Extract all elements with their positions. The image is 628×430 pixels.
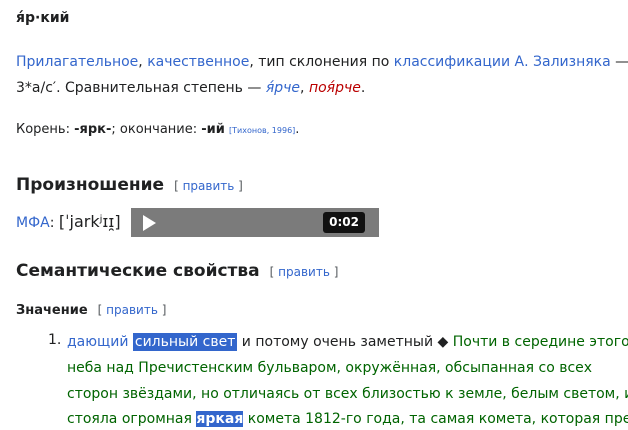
pos-link[interactable]: Прилагательное <box>16 54 138 70</box>
meaning-edit: [ править ] <box>97 303 167 317</box>
morph-end: . <box>295 122 300 137</box>
audio-duration: 0:02 <box>323 212 365 233</box>
example-line-2: неба над Пречистенским бульваром, окружё… <box>67 360 593 376</box>
semantics-edit-link[interactable]: править <box>278 265 330 279</box>
selected-text[interactable]: сильный свет <box>132 333 238 351</box>
ipa-link[interactable]: МФА <box>16 215 50 231</box>
morphology-line: Корень: -ярк-; окончание: -ий [Тихонов, … <box>16 122 299 137</box>
pronunciation-heading: Произношение [ править ] <box>16 175 243 195</box>
ending-value: -ий <box>201 122 225 137</box>
example-highlight: яркая <box>196 411 244 427</box>
definition-text: и потому очень заметный ◆ <box>237 334 453 350</box>
audio-player[interactable]: 0:02 <box>131 208 379 237</box>
meaning-title: Значение <box>16 303 88 318</box>
ipa-line: МФА: [ˈjarkʲɪɪ̯] <box>16 212 121 231</box>
example-line-3: сторон звёздами, но отличаясь от всех бл… <box>67 386 628 402</box>
semantics-edit: [ править ] <box>269 265 339 279</box>
meaning-edit-link[interactable]: править <box>106 303 158 317</box>
example-line-4: стояла огромная яркая комета 1812-го год… <box>67 408 628 430</box>
pronunciation-title: Произношение <box>16 175 165 195</box>
ipa-colon: : <box>49 215 59 231</box>
pronunciation-edit: [ править ] <box>174 179 243 193</box>
declension-text: 3*a/c′. Сравнительная степень — <box>16 80 266 96</box>
headword: я́р·кий <box>16 10 70 26</box>
quality-link[interactable]: качественное <box>147 54 249 70</box>
grammar-line-2: 3*a/c′. Сравнительная степень — я́рче, п… <box>16 80 365 96</box>
pronunciation-edit-link[interactable]: править <box>183 179 235 193</box>
definition-link[interactable]: дающий <box>67 334 128 350</box>
play-icon[interactable] <box>143 215 156 231</box>
example-line-1: Почти в середине этого <box>452 334 628 350</box>
meaning-number: 1. <box>48 332 62 348</box>
grammar-dash: — <box>610 54 628 70</box>
grammar-end: . <box>360 80 366 96</box>
example-text-c: комета 1812-го года, та самая комета, ко… <box>243 411 628 427</box>
example-text-a: стояла огромная <box>67 411 197 427</box>
root-value: -ярк- <box>74 122 112 137</box>
ipa-transcription: [ˈjarkʲɪɪ̯] <box>58 212 121 231</box>
zaliznyak-link[interactable]: классификации А. Зализняка <box>394 54 611 70</box>
comparative-link-2[interactable]: поя́рче <box>309 80 361 96</box>
definition-line: дающий сильный свет и потому очень замет… <box>67 331 628 353</box>
semantics-heading: Семантические свойства [ править ] <box>16 261 338 281</box>
root-label: Корень: <box>16 122 75 137</box>
ending-label: ; окончание: <box>111 122 202 137</box>
meaning-heading: Значение [ править ] <box>16 303 166 318</box>
comparative-link-1[interactable]: я́рче <box>266 80 300 96</box>
comparative-sep: , <box>300 80 309 96</box>
grammar-line-1: Прилагательное, качественное, тип склоне… <box>16 54 628 70</box>
grammar-sep: , <box>138 54 148 70</box>
reference-link[interactable]: [Тихонов, 1996] <box>229 126 295 135</box>
grammar-text: , тип склонения по <box>249 54 394 70</box>
semantics-title: Семантические свойства <box>16 261 260 281</box>
